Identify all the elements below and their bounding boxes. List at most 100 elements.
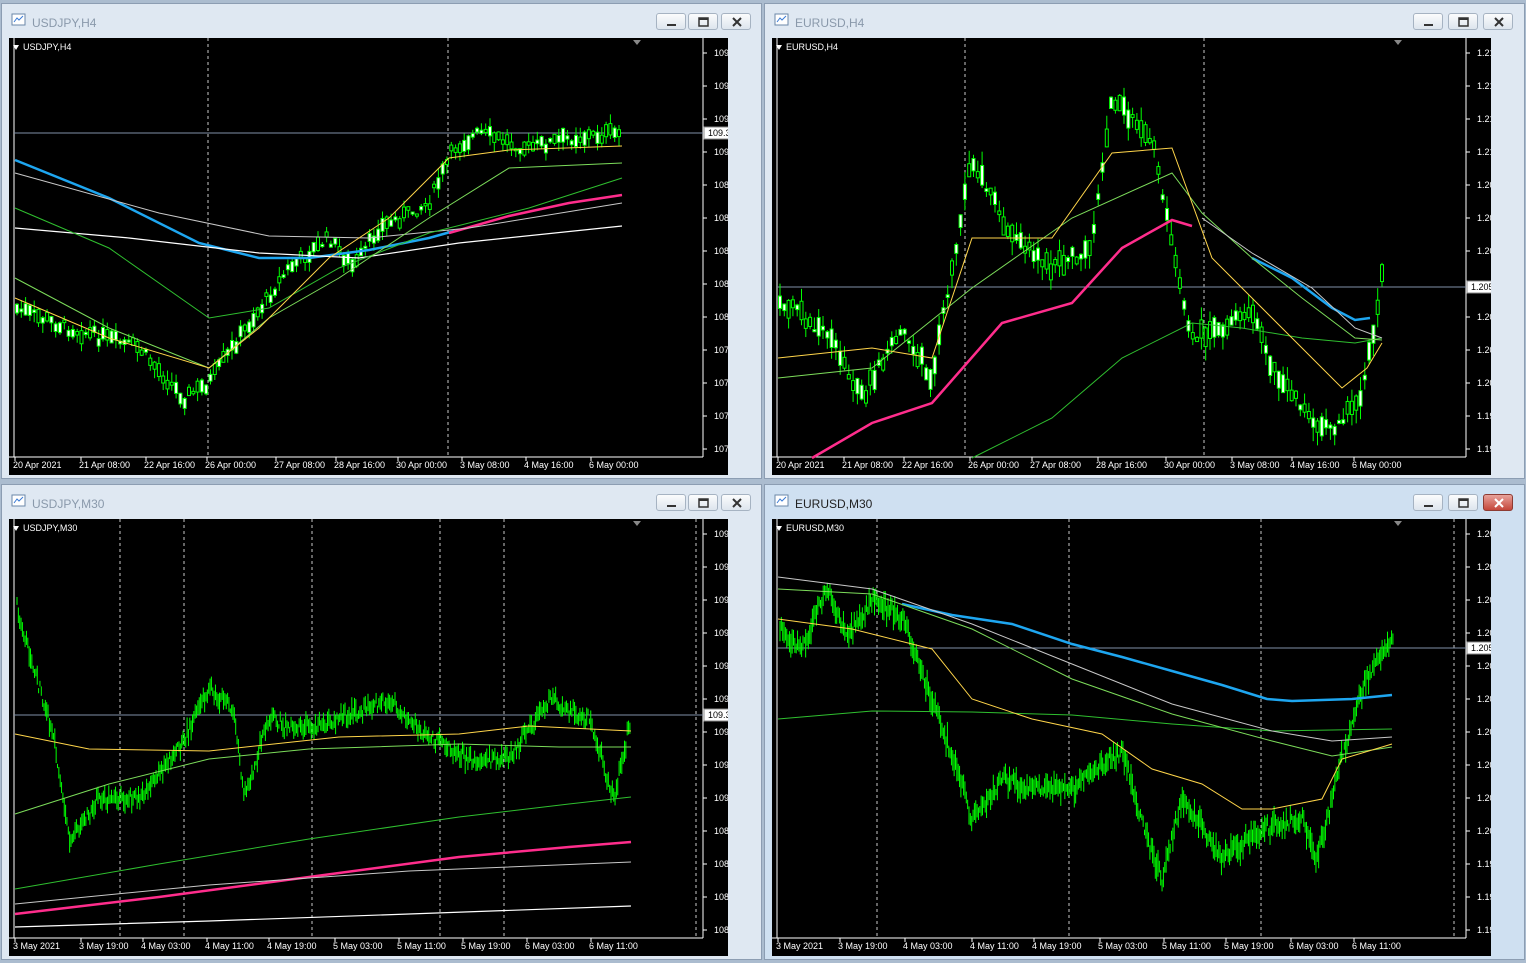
price-tick-label: 1.21100 [1477,147,1491,157]
time-tick-label: 27 Apr 08:00 [1030,460,1081,470]
candle-body [36,308,41,324]
candle-body [53,323,58,333]
candle-body [328,243,333,248]
price-chart[interactable]: 1.20860 1.20770 1.20680 1.20590 1.20500 1.204… [772,519,1491,956]
candle-body [187,386,191,397]
candle-body [1001,216,1006,236]
close-button[interactable] [721,494,751,511]
restore-button[interactable] [1448,13,1478,30]
window-titlebar[interactable]: EURUSD,M30 [765,485,1524,519]
candle-body [1212,317,1217,338]
chart-canvas[interactable]: 109.835 109.625 109.415 109.205 108.995 108.7… [9,38,728,475]
chart-canvas[interactable]: 1.21525 1.21385 1.21245 1.21100 1.20955 1.208… [772,38,1491,475]
candle-body [608,123,613,136]
price-tick-label: 1.19870 [1477,892,1491,902]
candle-body [290,261,295,273]
candle-body [950,260,954,276]
chart-window-usdjpy-m30[interactable]: USDJPY,M30 109.890109.790109.690109.5901… [1,484,762,960]
moving-average-line [14,840,632,916]
price-tick-label: 1.19820 [1477,444,1491,454]
price-chart[interactable]: 1.21525 1.21385 1.21245 1.21100 1.20955 1.208… [772,38,1491,475]
scroll-marker-icon[interactable] [1394,521,1402,526]
close-icon [732,17,742,27]
candle-body [1113,99,1118,111]
candle-body [148,357,153,366]
candle-body [45,311,50,322]
candle-body [406,206,411,211]
restore-button[interactable] [1448,494,1478,511]
scroll-marker-icon[interactable] [633,521,641,526]
candle-body [62,319,67,324]
chart-canvas[interactable]: 109.890 109.790 109.690 109.590 109.490 109.3… [9,519,728,956]
candle-body [1061,254,1066,276]
window-titlebar[interactable]: EURUSD,H4 [765,4,1524,38]
candle-body [1173,254,1178,269]
symbol-label[interactable]: EURUSD,M30 [776,523,844,533]
candle-body [1169,234,1174,246]
candle-body [96,338,101,347]
candle-body [582,131,587,146]
candle-body [126,339,131,343]
candle-body [1328,424,1333,429]
candle-body [316,236,320,252]
chart-window-eurusd-m30[interactable]: EURUSD,M30 1.208601.207701.206801.205901… [764,484,1525,960]
time-tick-label: 21 Apr 08:00 [842,460,893,470]
candle-body [251,312,256,328]
time-tick-label: 21 Apr 08:00 [79,460,130,470]
dropdown-triangle-icon [13,526,19,532]
time-tick-label: 3 May 2021 [776,941,823,951]
candle-body [1306,411,1311,420]
minimize-button[interactable] [1413,13,1443,30]
candle-body [1311,417,1316,428]
symbol-label[interactable]: EURUSD,H4 [776,42,838,52]
restore-button[interactable] [688,13,718,30]
symbol-label[interactable]: USDJPY,H4 [13,42,71,52]
close-button[interactable] [1483,13,1513,30]
price-tick-label: 109.290 [714,727,728,737]
candle-body [208,373,213,382]
restore-icon [1458,498,1469,508]
candle-body [1216,322,1221,336]
candle-body [66,329,71,337]
candle-body [238,325,243,338]
scroll-marker-icon[interactable] [1394,40,1402,45]
minimize-button[interactable] [656,13,686,30]
candle-body [298,250,303,258]
chart-window-usdjpy-h4[interactable]: USDJPY,H4 109.835109.625109.415109.20510… [1,3,762,479]
candle-body [1337,419,1341,424]
candle-body [928,368,933,390]
price-tick-label: 108.995 [714,180,728,190]
close-button[interactable] [1483,494,1513,511]
candle-body [997,210,1002,216]
restore-icon [1458,17,1469,27]
candle-body [509,141,514,150]
candle-body [1005,225,1010,238]
chart-canvas[interactable]: 1.20860 1.20770 1.20680 1.20590 1.20500 1.204… [772,519,1491,956]
candle-body [1263,344,1268,354]
price-chart[interactable]: 109.890 109.790 109.690 109.590 109.490 109.3… [9,519,728,956]
window-titlebar[interactable]: USDJPY,M30 [2,485,761,519]
chart-window-eurusd-h4[interactable]: EURUSD,H4 1.215251.213851.212451.211001.… [764,3,1525,479]
candle-body [475,127,480,133]
restore-button[interactable] [688,494,718,511]
candle-body [526,141,531,146]
price-tick-label: 1.20050 [1477,826,1491,836]
time-tick-label: 3 May 19:00 [838,941,888,951]
price-tick-label: 1.20500 [1477,661,1491,671]
price-tick-label: 1.21385 [1477,81,1491,91]
minimize-icon [1424,505,1433,507]
candle-body [268,294,273,303]
candle-body [612,127,617,138]
window-titlebar[interactable]: USDJPY,H4 [2,4,761,38]
scroll-marker-icon[interactable] [633,40,641,45]
time-tick-label: 4 May 03:00 [141,941,191,951]
price-chart[interactable]: 109.835 109.625 109.415 109.205 108.995 108.7… [9,38,728,475]
candle-body [1272,361,1277,373]
close-button[interactable] [721,13,751,30]
candle-body [1044,252,1049,270]
minimize-button[interactable] [1413,494,1443,511]
symbol-label[interactable]: USDJPY,M30 [13,523,77,533]
candle-body [1048,263,1053,281]
time-tick-label: 6 May 11:00 [589,941,638,951]
minimize-button[interactable] [656,494,686,511]
